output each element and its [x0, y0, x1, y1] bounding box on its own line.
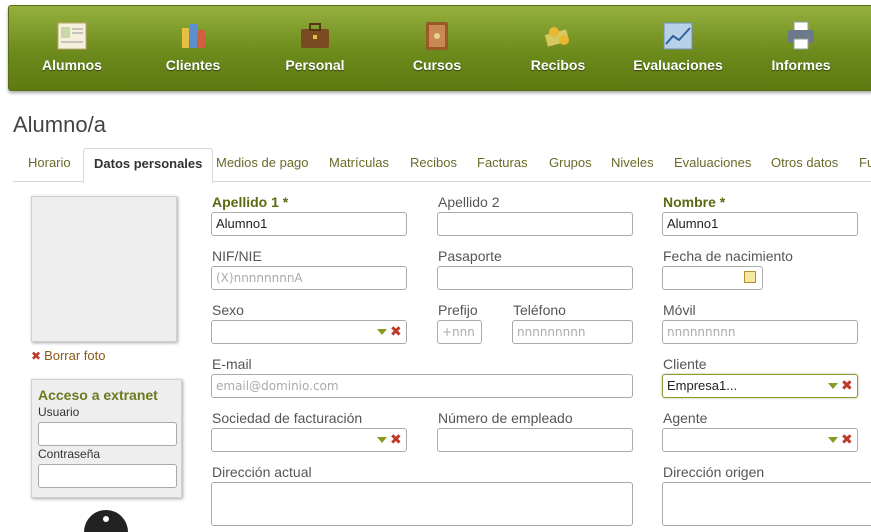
chart-icon — [663, 22, 693, 50]
nombre-label: Nombre * — [663, 194, 726, 210]
movil-input[interactable]: nnnnnnnnn — [662, 320, 858, 344]
nav-alumnos[interactable]: Alumnos — [17, 6, 127, 90]
tab-recibos[interactable]: Recibos — [410, 148, 457, 182]
direccion-actual-textarea[interactable] — [211, 482, 633, 526]
num-empleado-input[interactable] — [437, 428, 633, 452]
password-label: Contraseña — [38, 447, 101, 461]
chevron-down-icon[interactable] — [377, 437, 387, 443]
apellido1-input[interactable]: Alumno1 — [211, 212, 407, 236]
main-nav: Alumnos Clientes Personal Cursos Recibos… — [8, 5, 871, 91]
telefono-label: Teléfono — [513, 302, 566, 318]
movil-label: Móvil — [663, 302, 696, 318]
chevron-down-icon[interactable] — [828, 437, 838, 443]
num-empleado-label: Número de empleado — [438, 410, 573, 426]
printer-icon — [788, 21, 814, 50]
email-input[interactable]: email@dominio.com — [211, 374, 633, 398]
nav-label: Evaluaciones — [633, 57, 723, 73]
cliente-label: Cliente — [663, 356, 707, 372]
nif-label: NIF/NIE — [212, 248, 262, 264]
info-icon[interactable] — [84, 510, 128, 532]
password-input[interactable] — [38, 464, 177, 488]
nav-informes[interactable]: Informes — [746, 6, 856, 90]
telefono-input[interactable]: nnnnnnnnn — [512, 320, 633, 344]
tab-niveles[interactable]: Niveles — [611, 148, 654, 182]
page-title: Alumno/a — [13, 112, 106, 137]
tab-bar: Horario Datos personales Medios de pago … — [13, 148, 871, 183]
chevron-down-icon[interactable] — [377, 329, 387, 335]
extranet-title: Acceso a extranet — [38, 387, 158, 403]
nav-label: Cursos — [412, 57, 462, 73]
prefijo-input[interactable]: +nnn — [437, 320, 482, 344]
delete-photo-link[interactable]: ✖ Borrar foto — [31, 348, 105, 363]
prefijo-label: Prefijo — [438, 302, 478, 318]
username-input[interactable] — [38, 422, 177, 446]
clients-icon — [182, 24, 205, 48]
nav-personal[interactable]: Personal — [260, 6, 370, 90]
pasaporte-input[interactable] — [437, 266, 633, 290]
apellido1-label: Apellido 1 * — [212, 194, 289, 210]
apellido2-input[interactable] — [437, 212, 633, 236]
tab-more[interactable]: Fu — [859, 148, 871, 182]
clear-icon[interactable]: ✖ — [390, 431, 402, 447]
clear-icon[interactable]: ✖ — [841, 431, 853, 447]
direccion-origen-textarea[interactable] — [662, 482, 871, 526]
agente-label: Agente — [663, 410, 708, 426]
tab-matriculas[interactable]: Matrículas — [329, 148, 389, 182]
tab-medios-de-pago[interactable]: Medios de pago — [216, 148, 309, 182]
close-icon: ✖ — [31, 349, 42, 363]
student-card-icon — [57, 22, 87, 50]
extranet-panel: Acceso a extranet Usuario Contraseña — [31, 379, 182, 498]
direccion-origen-label: Dirección origen — [663, 464, 765, 480]
calendar-icon[interactable] — [744, 271, 756, 283]
nav-evaluaciones[interactable]: Evaluaciones — [623, 6, 733, 90]
direccion-actual-label: Dirección actual — [212, 464, 312, 480]
nav-label: Informes — [771, 57, 831, 73]
book-icon — [426, 22, 448, 50]
username-label: Usuario — [38, 405, 80, 419]
tab-datos-personales[interactable]: Datos personales — [83, 148, 214, 183]
tab-evaluaciones[interactable]: Evaluaciones — [674, 148, 751, 182]
nav-label: Alumnos — [42, 57, 102, 73]
sexo-label: Sexo — [212, 302, 244, 318]
nav-label: Clientes — [165, 57, 221, 73]
money-icon — [544, 27, 570, 47]
nav-label: Recibos — [530, 57, 586, 73]
delete-photo-label: Borrar foto — [44, 348, 106, 363]
chevron-down-icon[interactable] — [828, 383, 838, 389]
nav-clientes[interactable]: Clientes — [138, 6, 248, 90]
nif-input[interactable]: (X)nnnnnnnnA — [211, 266, 407, 290]
briefcase-icon — [301, 23, 329, 48]
sociedad-label: Sociedad de facturación — [212, 410, 363, 426]
nav-cursos[interactable]: Cursos — [382, 6, 492, 90]
fecha-nacimiento-label: Fecha de nacimiento — [663, 248, 793, 264]
nombre-input[interactable]: Alumno1 — [662, 212, 858, 236]
tab-facturas[interactable]: Facturas — [477, 148, 528, 182]
apellido2-label: Apellido 2 — [438, 194, 500, 210]
tab-otros-datos[interactable]: Otros datos — [771, 148, 838, 182]
nav-recibos[interactable]: Recibos — [503, 6, 613, 90]
nav-label: Personal — [285, 57, 345, 73]
email-label: E-mail — [212, 356, 252, 372]
clear-icon[interactable]: ✖ — [390, 323, 402, 339]
pasaporte-label: Pasaporte — [438, 248, 502, 264]
tab-grupos[interactable]: Grupos — [549, 148, 592, 182]
student-photo[interactable] — [31, 196, 177, 342]
info-dot — [103, 516, 109, 522]
tab-horario[interactable]: Horario — [28, 148, 71, 182]
clear-icon[interactable]: ✖ — [841, 377, 853, 393]
